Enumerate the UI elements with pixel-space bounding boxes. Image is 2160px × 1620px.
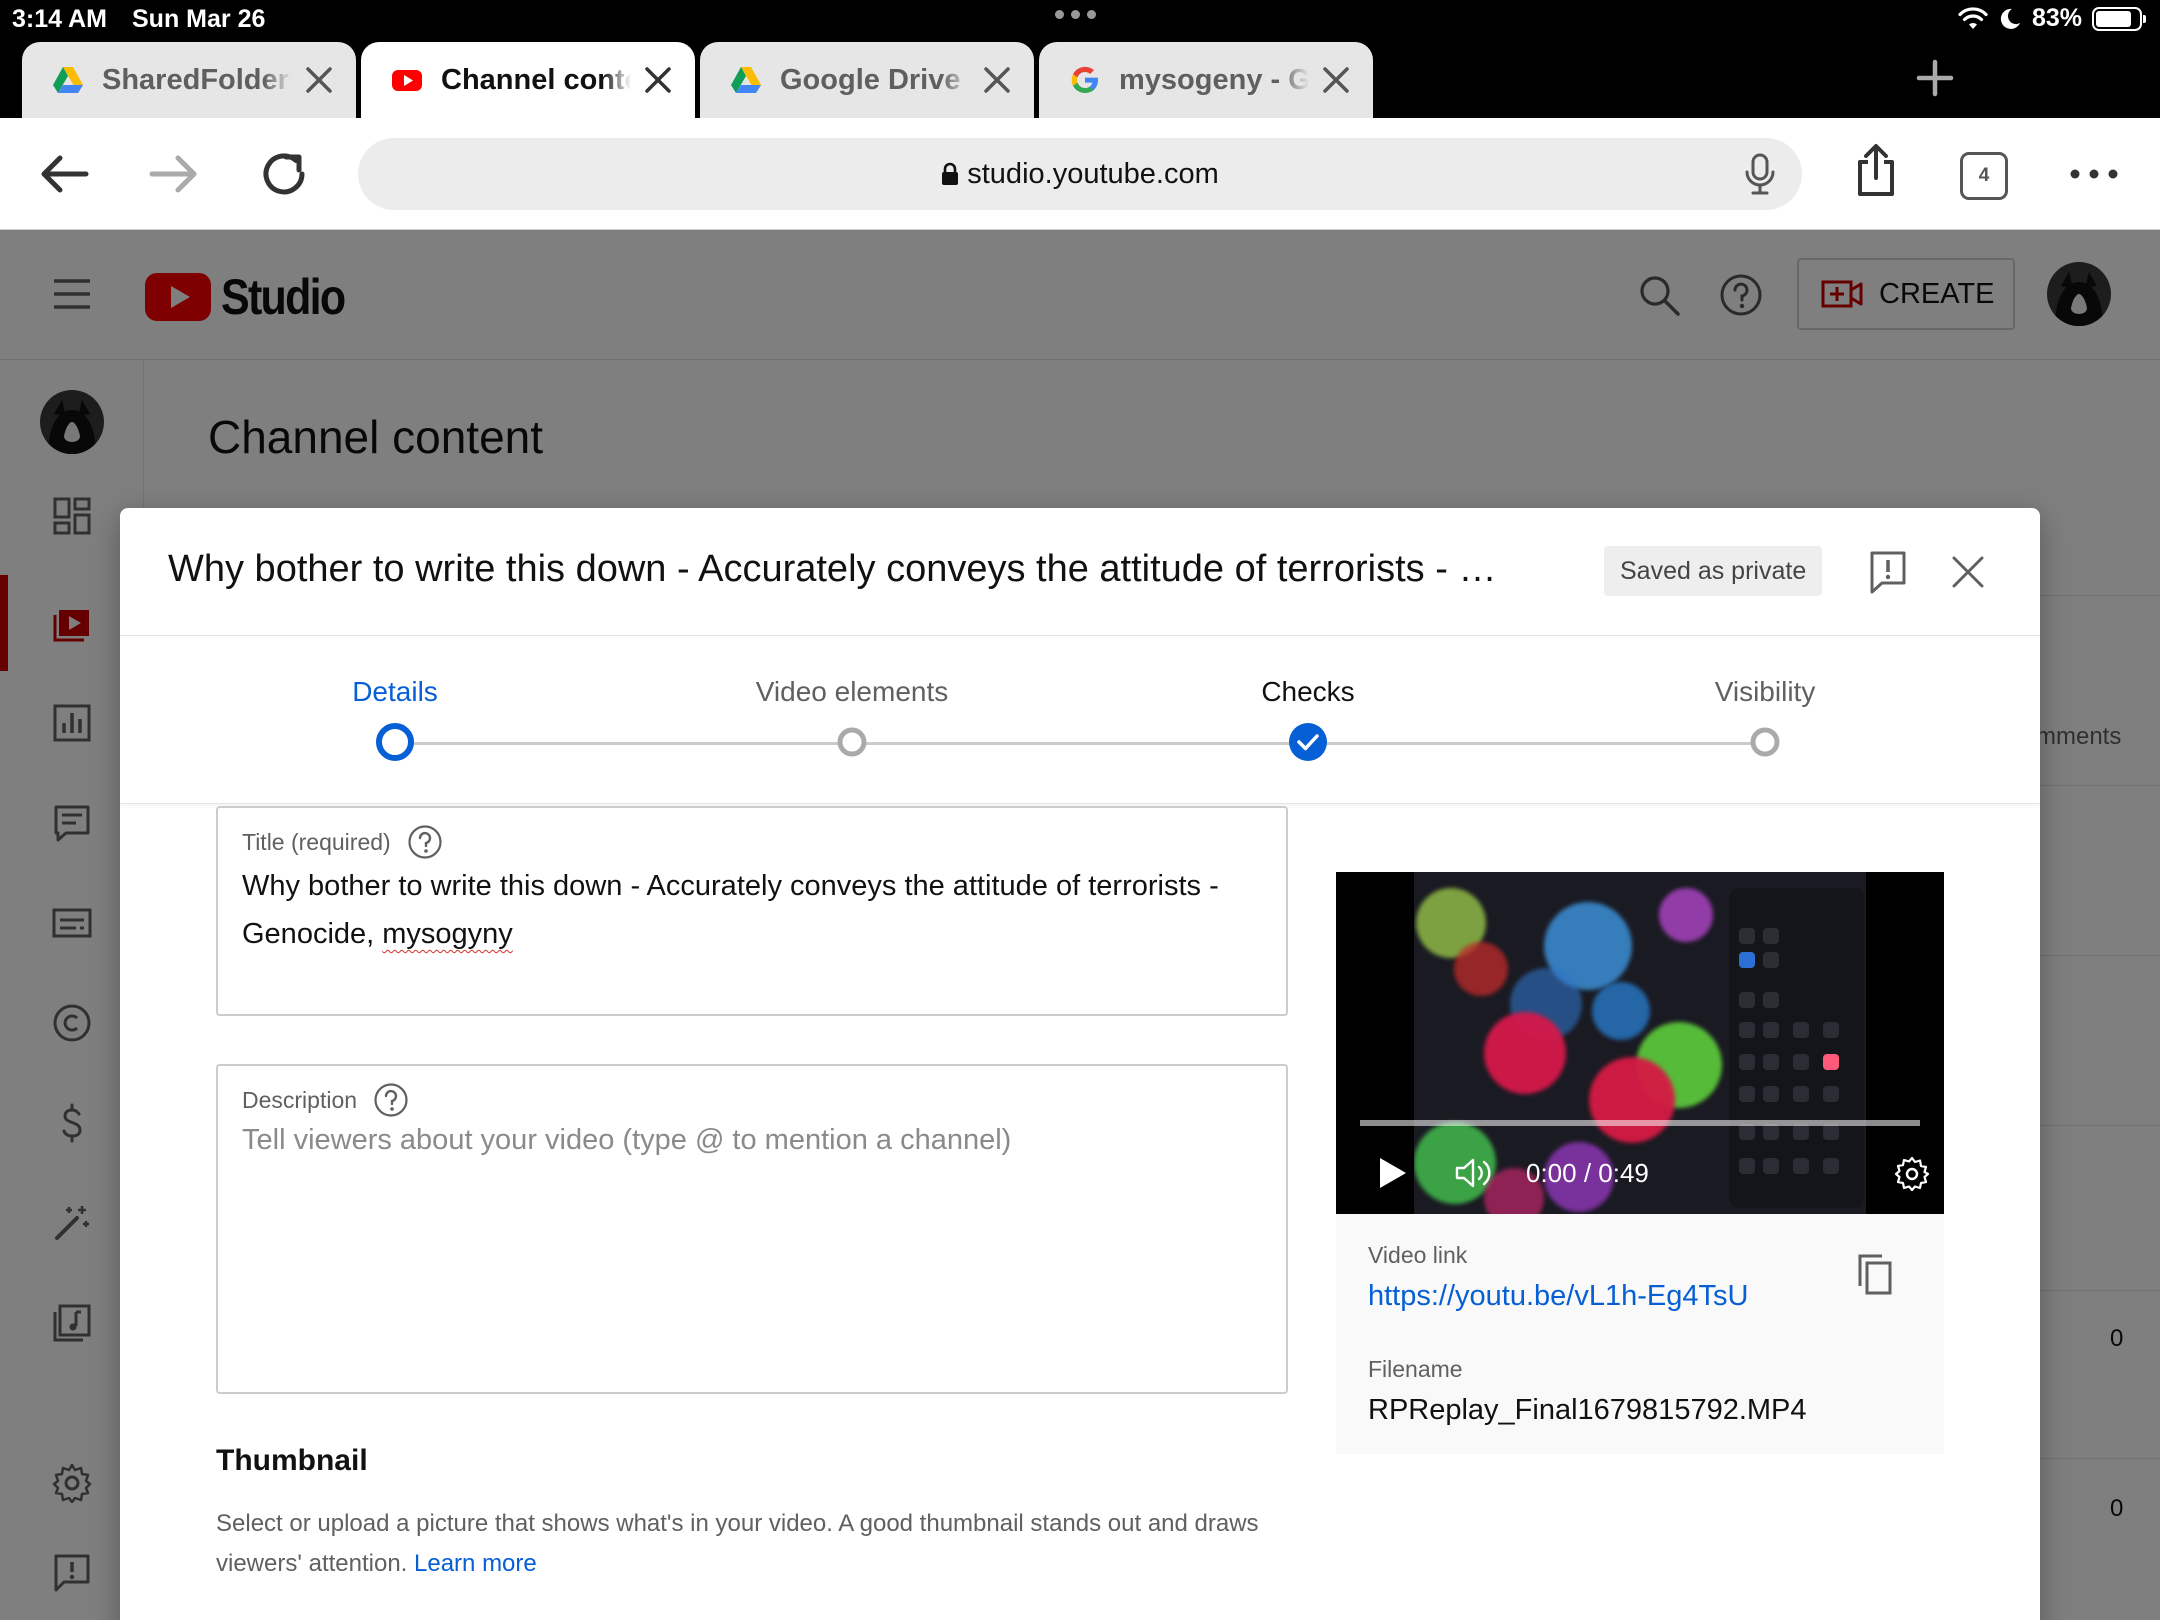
thumbnail-heading: Thumbnail	[216, 1444, 368, 1477]
tab-google-drive[interactable]: Google Drive	[700, 42, 1034, 118]
browser-toolbar: studio.youtube.com 4	[0, 118, 2160, 230]
video-details-dialog: Why bother to write this down - Accurate…	[120, 508, 2040, 1620]
learn-more-link[interactable]: Learn more	[414, 1550, 537, 1577]
volume-icon[interactable]	[1454, 1156, 1494, 1190]
step-pending-ring-icon	[837, 727, 867, 757]
filename-label: Filename	[1368, 1356, 1463, 1382]
close-tab-icon[interactable]	[980, 63, 1014, 97]
tab-title: Channel content - YouTube Studio	[441, 63, 631, 96]
tab-google-search[interactable]: mysogeny - Google Search	[1039, 42, 1373, 118]
address-bar[interactable]: studio.youtube.com	[358, 138, 1802, 210]
thumbnail-description-text: Select or upload a picture that shows wh…	[216, 1510, 1259, 1577]
report-feedback-icon[interactable]	[1868, 550, 1908, 594]
video-link[interactable]: https://youtu.be/vL1h-Eg4TsU	[1368, 1280, 1748, 1313]
misspelled-word: mysogyny	[382, 918, 513, 950]
play-icon[interactable]	[1378, 1156, 1408, 1190]
step-label: Checks	[1261, 676, 1355, 707]
video-progress-bar[interactable]	[1360, 1120, 1920, 1126]
google-drive-icon	[53, 67, 83, 93]
help-icon[interactable]	[373, 1082, 409, 1118]
filename: RPReplay_Final1679815792.MP4	[1368, 1394, 1807, 1426]
step-visibility[interactable]: Visibility	[1615, 636, 1915, 757]
tab-count-button[interactable]: 4	[1960, 152, 2008, 200]
close-tab-icon[interactable]	[1319, 63, 1353, 97]
status-bar: 3:14 AM Sun Mar 26 83%	[0, 0, 2160, 40]
tab-title: Google Drive	[780, 63, 961, 96]
video-time: 0:00 / 0:49	[1526, 1158, 1649, 1188]
tab-channel-content[interactable]: Channel content - YouTube Studio	[361, 42, 695, 118]
title-label-text: Title (required)	[242, 828, 391, 855]
battery-percent: 83%	[2031, 4, 2082, 32]
step-details[interactable]: Details	[245, 636, 545, 761]
step-label: Details	[352, 676, 438, 707]
video-metadata: Video link https://youtu.be/vL1h-Eg4TsU …	[1336, 1214, 1944, 1454]
description-placeholder: Tell viewers about your video (type @ to…	[242, 1124, 1012, 1156]
tab-sharedfoldersgroup[interactable]: SharedFoldersGroup - Google Drive	[22, 42, 356, 118]
more-options-icon[interactable]	[2066, 146, 2122, 202]
tab-title: SharedFoldersGroup - Google Drive	[102, 63, 292, 96]
title-field[interactable]: Title (required) Why bother to write thi…	[216, 806, 1288, 1016]
wifi-icon	[1958, 6, 1988, 29]
back-arrow-icon[interactable]	[36, 146, 92, 202]
step-video-elements[interactable]: Video elements	[702, 636, 1002, 757]
upload-stepper: Details Video elements Checks Visibility	[120, 636, 2040, 804]
step-current-ring-icon	[376, 723, 414, 761]
forward-arrow-icon[interactable]	[146, 146, 202, 202]
step-checks[interactable]: Checks	[1158, 636, 1458, 761]
status-time: 3:14 AM	[12, 5, 107, 33]
tab-title: mysogeny - Google Search	[1119, 63, 1309, 96]
close-tab-icon[interactable]	[302, 63, 336, 97]
player-settings-gear-icon[interactable]	[1894, 1156, 1930, 1192]
stepper-track	[395, 742, 1766, 745]
lock-icon	[942, 162, 959, 185]
thumbnail-description: Select or upload a picture that shows wh…	[216, 1504, 1296, 1584]
step-pending-ring-icon	[1750, 727, 1780, 757]
battery-icon	[2092, 6, 2146, 31]
step-label: Video elements	[755, 676, 949, 707]
multitasking-dots-icon[interactable]	[1055, 10, 1096, 19]
video-player[interactable]: 0:00 / 0:49	[1336, 872, 1944, 1214]
help-icon[interactable]	[407, 824, 443, 860]
google-drive-icon	[731, 67, 761, 93]
google-icon	[1071, 66, 1098, 93]
title-input[interactable]: Why bother to write this down - Accurate…	[242, 862, 1252, 958]
do-not-disturb-moon-icon	[2000, 8, 2020, 29]
dialog-title: Why bother to write this down - Accurate…	[168, 548, 1508, 590]
description-label-text: Description	[242, 1086, 358, 1113]
step-label: Visibility	[1714, 676, 1816, 707]
control-center-overlay	[1729, 888, 1864, 1208]
description-field[interactable]: Description Tell viewers about your vide…	[216, 1064, 1288, 1394]
saved-status-badge: Saved as private	[1604, 546, 1823, 596]
new-tab-plus-icon[interactable]	[1913, 56, 1957, 100]
video-link-label: Video link	[1368, 1242, 1468, 1268]
status-date: Sun Mar 26	[132, 5, 266, 33]
youtube-icon	[392, 70, 422, 91]
description-field-label: Description	[242, 1082, 409, 1118]
tab-strip: SharedFoldersGroup - Google Drive Channe…	[0, 40, 2160, 118]
reload-icon[interactable]	[256, 146, 312, 202]
step-done-check-icon	[1289, 723, 1327, 761]
close-icon[interactable]	[1950, 554, 1986, 590]
microphone-icon[interactable]	[1740, 152, 1780, 196]
copy-icon[interactable]	[1854, 1252, 1894, 1296]
title-field-label: Title (required)	[242, 824, 443, 860]
close-tab-icon[interactable]	[641, 63, 675, 97]
url-text: studio.youtube.com	[967, 157, 1219, 190]
share-icon[interactable]	[1848, 142, 1904, 198]
dialog-header: Why bother to write this down - Accurate…	[120, 508, 2040, 636]
